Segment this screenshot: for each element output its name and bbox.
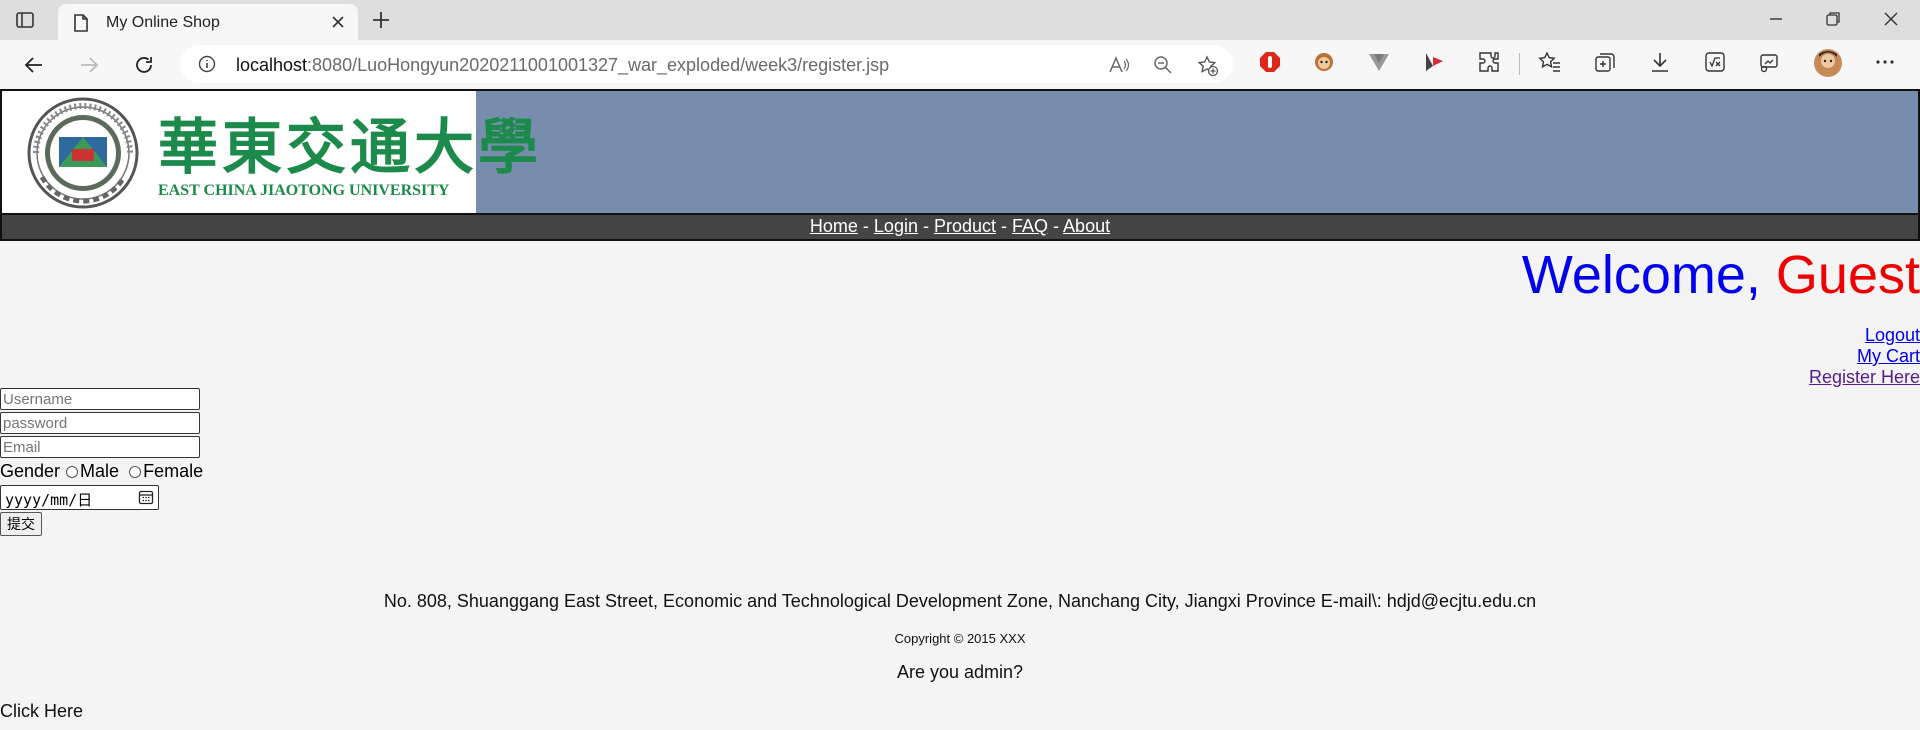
monkey-extension-icon[interactable] — [1312, 50, 1336, 74]
birthdate-input[interactable]: yyyy/mm/日 — [0, 485, 159, 510]
nav-faq[interactable]: FAQ — [1012, 216, 1048, 236]
new-tab-icon[interactable] — [370, 9, 392, 31]
logout-link[interactable]: Logout — [1809, 325, 1920, 346]
more-menu-icon[interactable] — [1873, 50, 1897, 74]
read-aloud-icon[interactable] — [1108, 55, 1130, 75]
male-label: Male — [80, 461, 120, 481]
zoom-out-icon[interactable] — [1153, 55, 1173, 75]
browser-toolbar: localhost:8080/LuoHongyun202021100100132… — [0, 40, 1920, 89]
footer-address: No. 808, Shuanggang East Street, Economi… — [383, 591, 1537, 611]
extensions-icon[interactable] — [1477, 50, 1501, 74]
favorites-icon[interactable] — [1538, 50, 1562, 74]
pin-extension-icon[interactable] — [1422, 50, 1446, 74]
username-input[interactable] — [0, 388, 200, 410]
forward-icon[interactable] — [77, 53, 101, 77]
page-icon — [74, 14, 88, 32]
close-tab-icon[interactable] — [330, 14, 346, 30]
browser-tab-bar: My Online Shop — [0, 0, 1920, 40]
nav-separator: - — [857, 216, 874, 236]
calendar-icon[interactable] — [138, 489, 154, 505]
vue-devtools-extension-icon[interactable] — [1367, 50, 1391, 74]
university-name-chinese: 華東交通大學 — [158, 113, 542, 183]
refresh-icon[interactable] — [132, 53, 156, 77]
address-bar[interactable]: localhost:8080/LuoHongyun202021100100132… — [180, 45, 1233, 83]
submit-button[interactable]: 提交 — [0, 512, 42, 536]
url-text[interactable]: localhost:8080/LuoHongyun202021100100132… — [236, 55, 889, 76]
welcome-prefix: Welcome, — [1521, 245, 1776, 305]
university-name-english: EAST CHINA JIAOTONG UNIVERSITY — [158, 182, 450, 199]
click-here-link[interactable]: Click Here — [0, 701, 83, 722]
gender-label: Gender — [0, 461, 61, 481]
math-solver-icon[interactable] — [1703, 50, 1727, 74]
welcome-username: Guest — [1775, 245, 1920, 305]
nav-separator: - — [1048, 216, 1064, 236]
url-host: localhost — [236, 55, 308, 75]
user-links: Logout My Cart Register Here — [1809, 325, 1920, 388]
nav-product[interactable]: Product — [934, 216, 996, 236]
url-path: :8080/LuoHongyun2020211001001327_war_exp… — [307, 55, 890, 75]
toolbar-separator — [1519, 53, 1520, 75]
male-radio[interactable] — [66, 466, 79, 478]
university-logo: 華東交通大學 EAST CHINA JIAOTONG UNIVERSITY — [2, 91, 538, 213]
screenshot-icon[interactable] — [1757, 50, 1781, 74]
main-nav: Home - Login - Product - FAQ - About — [0, 215, 1920, 241]
email-input[interactable] — [0, 436, 200, 458]
browser-tab[interactable]: My Online Shop — [58, 4, 358, 40]
page-content: 華東交通大學 EAST CHINA JIAOTONG UNIVERSITY Ho… — [0, 89, 1920, 730]
female-radio[interactable] — [129, 466, 142, 478]
university-seal-icon — [27, 97, 139, 209]
nav-separator: - — [917, 216, 934, 236]
minimize-icon[interactable] — [1767, 10, 1785, 28]
admin-question: Are you admin? — [896, 662, 1024, 682]
date-placeholder: yyyy/mm/日 — [5, 491, 93, 509]
site-info-icon[interactable] — [198, 55, 216, 73]
collections-icon[interactable] — [1593, 50, 1617, 74]
header-banner: 華東交通大學 EAST CHINA JIAOTONG UNIVERSITY — [0, 89, 1920, 215]
add-favorite-icon[interactable] — [1197, 55, 1219, 77]
sidebar-toggle-icon[interactable] — [14, 9, 36, 31]
restore-icon[interactable] — [1824, 10, 1842, 28]
back-icon[interactable] — [22, 53, 46, 77]
password-input[interactable] — [0, 412, 200, 434]
nav-login[interactable]: Login — [874, 216, 918, 236]
my-cart-link[interactable]: My Cart — [1809, 346, 1920, 367]
register-form: Gender Male Female yyyy/mm/日 提交 — [0, 388, 203, 536]
nav-about[interactable]: About — [1063, 216, 1110, 236]
nav-separator: - — [996, 216, 1013, 236]
female-label: Female — [143, 461, 204, 481]
register-link[interactable]: Register Here — [1809, 367, 1920, 388]
nav-home[interactable]: Home — [810, 216, 858, 236]
tab-title: My Online Shop — [106, 14, 220, 31]
gender-group: Gender Male Female — [0, 460, 203, 484]
adblock-extension-icon[interactable] — [1258, 50, 1282, 74]
welcome-message: Welcome, Guest — [1522, 244, 1920, 306]
close-window-icon[interactable] — [1882, 10, 1900, 28]
profile-avatar-icon[interactable] — [1813, 48, 1843, 78]
footer-copyright: Copyright © 2015 XXX — [894, 631, 1026, 646]
downloads-icon[interactable] — [1648, 50, 1672, 74]
